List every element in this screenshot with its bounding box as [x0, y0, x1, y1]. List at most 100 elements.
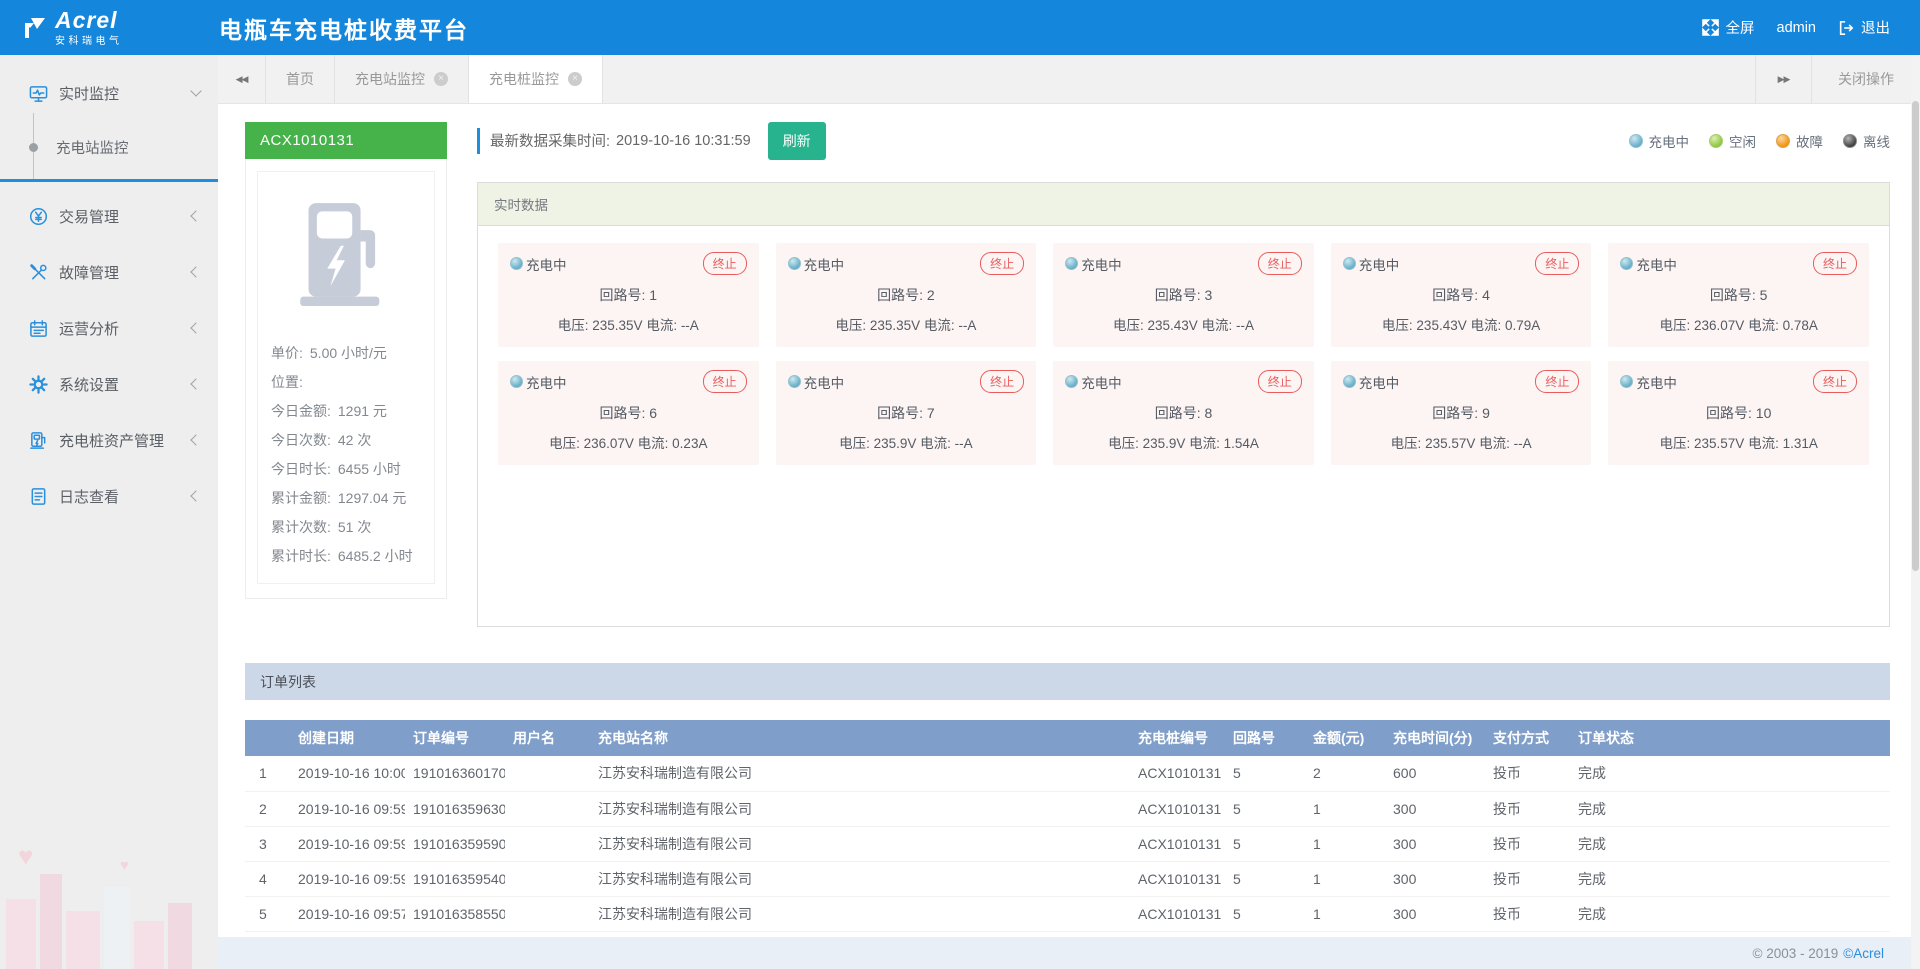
card-status-row: 充电中终止: [1620, 252, 1857, 275]
sidebar-item[interactable]: 运营分析: [0, 300, 218, 356]
status-orb-icon: [1629, 134, 1643, 148]
terminate-button[interactable]: 终止: [1813, 252, 1857, 275]
order-row-number: 5: [245, 896, 290, 931]
terminate-button[interactable]: 终止: [703, 370, 747, 393]
sidebar-item-label: 系统设置: [59, 374, 192, 395]
orders-table-header-row: 创建日期订单编号用户名充电站名称充电桩编号回路号金额(元)充电时间(分)支付方式…: [245, 720, 1890, 756]
sidebar-item[interactable]: 日志查看: [0, 468, 218, 524]
order-cell: 2019-10-16 09:59:23: [290, 791, 405, 826]
status-orb-icon: [1065, 375, 1078, 388]
expand-arrows-icon: [1702, 19, 1719, 36]
terminate-button[interactable]: 终止: [1258, 252, 1302, 275]
accent-bar: [477, 128, 480, 154]
terminate-button[interactable]: 终止: [703, 252, 747, 275]
card-circuit-number: 回路号: 6: [510, 403, 747, 423]
order-row-number: 1: [245, 756, 290, 791]
logout-button[interactable]: 退出: [1838, 17, 1890, 38]
tab[interactable]: 首页: [266, 55, 335, 103]
logout-icon: [1838, 20, 1854, 36]
user-menu[interactable]: admin: [1777, 20, 1817, 36]
order-cell: 300: [1385, 861, 1485, 896]
order-cell: 5: [1225, 826, 1305, 861]
sidebar-subitem[interactable]: 充电站监控: [0, 121, 218, 173]
sidebar-item[interactable]: 故障管理: [0, 244, 218, 300]
card-voltage-current: 电压: 235.57V 电流: 1.31A: [1620, 432, 1857, 452]
orders-section-title: 订单列表: [245, 663, 1890, 700]
status-orb-icon: [1709, 134, 1723, 148]
stat-label: 今日次数:: [271, 432, 331, 448]
sidebar-item-label: 充电桩资产管理: [59, 430, 192, 451]
tabs-scroll-left-button[interactable]: ◀◀: [218, 55, 266, 103]
tab-label: 首页: [286, 69, 314, 89]
circuit-card: 充电中终止回路号: 3电压: 235.43V 电流: --A: [1053, 243, 1314, 347]
refresh-button[interactable]: 刷新: [768, 122, 826, 160]
stat-label: 累计金额:: [271, 490, 331, 506]
device-panel: ACX1010131: [245, 122, 447, 627]
card-status-label: 充电中: [804, 254, 845, 274]
logout-label: 退出: [1861, 17, 1890, 38]
sidebar-item[interactable]: 交易管理: [0, 188, 218, 244]
circuit-card: 充电中终止回路号: 9电压: 235.57V 电流: --A: [1331, 361, 1592, 465]
order-cell: 1: [1305, 861, 1385, 896]
terminate-button[interactable]: 终止: [1535, 252, 1579, 275]
content-area: ACX1010131: [218, 104, 1920, 937]
terminate-button[interactable]: 终止: [980, 370, 1024, 393]
fullscreen-button[interactable]: 全屏: [1702, 17, 1755, 38]
orders-section: 订单列表 创建日期订单编号用户名充电站名称充电桩编号回路号金额(元)充电时间(分…: [245, 663, 1890, 932]
status-orb-icon: [510, 257, 523, 270]
sidebar-item[interactable]: 充电桩资产管理: [0, 412, 218, 468]
order-cell: 1910163595900045: [405, 826, 505, 861]
order-cell: [505, 756, 590, 791]
card-status-row: 充电中终止: [1343, 252, 1580, 275]
status-orb-icon: [1343, 375, 1356, 388]
status-orb-icon: [1065, 257, 1078, 270]
tabs-scroll-right-button[interactable]: ▶▶: [1755, 55, 1811, 103]
collect-info-row: 最新数据采集时间: 2019-10-16 10:31:59 刷新 充电中空闲故障…: [477, 122, 1890, 159]
terminate-button[interactable]: 终止: [1535, 370, 1579, 393]
realtime-panel-title: 实时数据: [478, 183, 1889, 226]
tab[interactable]: 充电站监控×: [335, 55, 469, 103]
tab-close-icon[interactable]: ×: [434, 72, 448, 86]
scrollbar-thumb[interactable]: [1912, 101, 1919, 571]
order-cell: 投币: [1485, 791, 1570, 826]
close-operations-button[interactable]: 关闭操作: [1811, 55, 1920, 103]
terminate-button[interactable]: 终止: [1258, 370, 1302, 393]
device-stat: 今日金额:1291 元: [271, 397, 421, 426]
orders-column-header: 用户名: [505, 720, 590, 756]
order-cell: 江苏安科瑞制造有限公司: [590, 791, 1130, 826]
charging-pile-icon: [28, 430, 48, 450]
footer-brand-link[interactable]: ©Acrel: [1843, 946, 1884, 961]
collect-time-value: 2019-10-16 10:31:59: [616, 133, 751, 149]
order-cell: 2019-10-16 09:57:35: [290, 896, 405, 931]
charging-pile-large-icon: [294, 194, 398, 312]
circuit-card: 充电中终止回路号: 6电压: 236.07V 电流: 0.23A: [498, 361, 759, 465]
device-stat: 累计时长:6485.2 小时: [271, 542, 421, 571]
device-stats: 单价:5.00 小时/元位置:今日金额:1291 元今日次数:42 次今日时长:…: [271, 339, 421, 571]
card-status-row: 充电中终止: [1620, 370, 1857, 393]
tab-label: 充电桩监控: [489, 69, 559, 89]
chevron-left-icon: [190, 210, 201, 221]
legend-label: 故障: [1796, 131, 1823, 151]
status-orb-icon: [510, 375, 523, 388]
chevron-left-icon: [190, 322, 201, 333]
sidebar-item[interactable]: 系统设置: [0, 356, 218, 412]
circuit-card: 充电中终止回路号: 5电压: 236.07V 电流: 0.78A: [1608, 243, 1869, 347]
stat-label: 位置:: [271, 374, 303, 390]
circuit-card: 充电中终止回路号: 10电压: 235.57V 电流: 1.31A: [1608, 361, 1869, 465]
order-cell: 2019-10-16 09:59:19: [290, 826, 405, 861]
card-voltage-current: 电压: 235.43V 电流: 0.79A: [1343, 314, 1580, 334]
terminate-button[interactable]: 终止: [1813, 370, 1857, 393]
terminate-button[interactable]: 终止: [980, 252, 1024, 275]
active-section-divider: [0, 179, 218, 182]
stat-label: 累计时长:: [271, 548, 331, 564]
device-card: 单价:5.00 小时/元位置:今日金额:1291 元今日次数:42 次今日时长:…: [245, 159, 447, 599]
status-orb-icon: [1843, 134, 1857, 148]
order-cell: [505, 896, 590, 931]
tab-close-icon[interactable]: ×: [568, 72, 582, 86]
legend-item: 故障: [1776, 131, 1823, 151]
sidebar-menu: 实时监控充电站监控交易管理故障管理运营分析系统设置充电桩资产管理日志查看: [0, 55, 218, 524]
tab[interactable]: 充电桩监控 ×: [469, 55, 603, 103]
card-voltage-current: 电压: 236.07V 电流: 0.23A: [510, 432, 747, 452]
status-orb-icon: [1343, 257, 1356, 270]
orders-col-rownum: [245, 720, 290, 756]
